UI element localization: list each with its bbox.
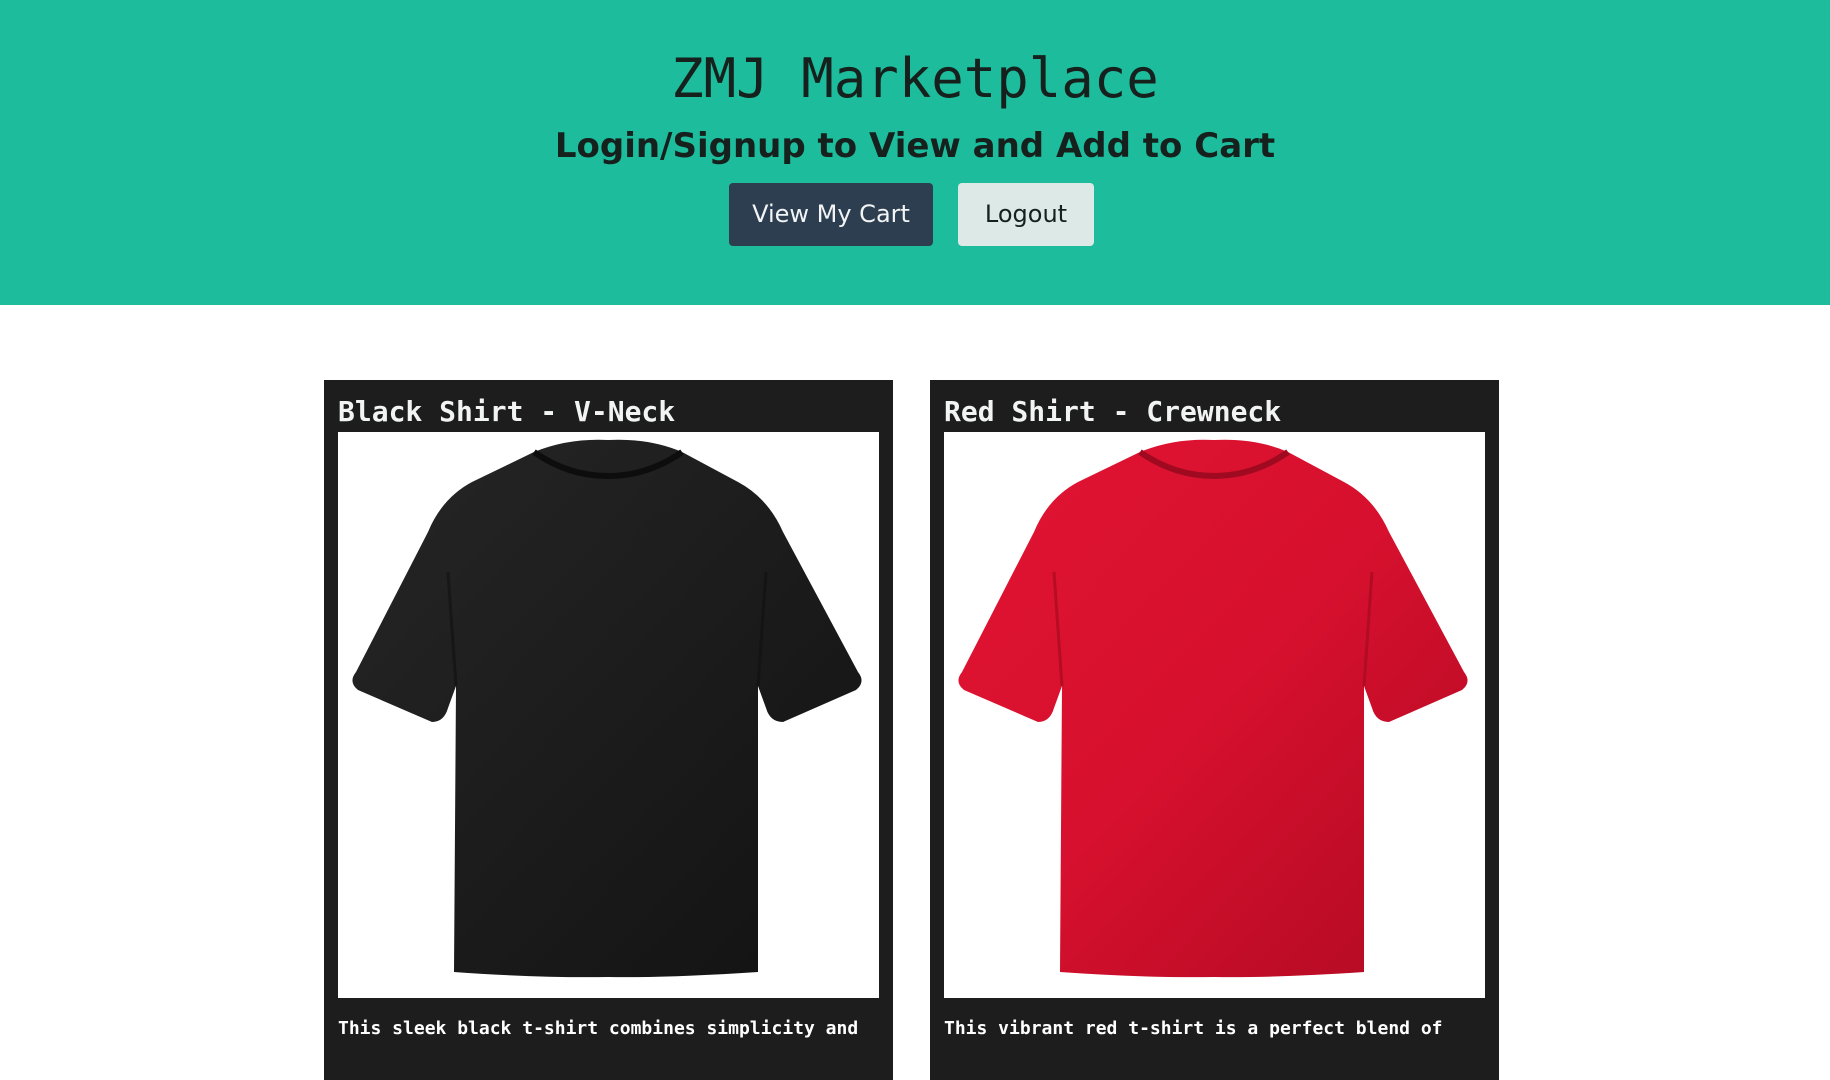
product-description: This sleek black t-shirt combines simpli… (338, 1018, 859, 1039)
product-card: Black Shirt - V-Neck This sleek black t-… (324, 380, 893, 1080)
product-card: Red Shirt - Crewneck This vibrant red t-… (930, 380, 1499, 1080)
red-tshirt-image (944, 432, 1485, 998)
tshirt-shape (352, 439, 862, 978)
view-cart-button[interactable]: View My Cart (729, 183, 933, 246)
site-header: ZMJ Marketplace Login/Signup to View and… (0, 0, 1830, 305)
site-subtitle: Login/Signup to View and Add to Cart (554, 126, 1276, 166)
product-title: Black Shirt - V-Neck (338, 395, 676, 428)
product-description: This vibrant red t-shirt is a perfect bl… (944, 1018, 1443, 1039)
tshirt-shape (958, 439, 1468, 978)
black-tshirt-image (338, 432, 879, 998)
product-title: Red Shirt - Crewneck (944, 395, 1282, 428)
logout-button[interactable]: Logout (958, 183, 1094, 246)
site-title: ZMJ Marketplace (671, 47, 1159, 110)
